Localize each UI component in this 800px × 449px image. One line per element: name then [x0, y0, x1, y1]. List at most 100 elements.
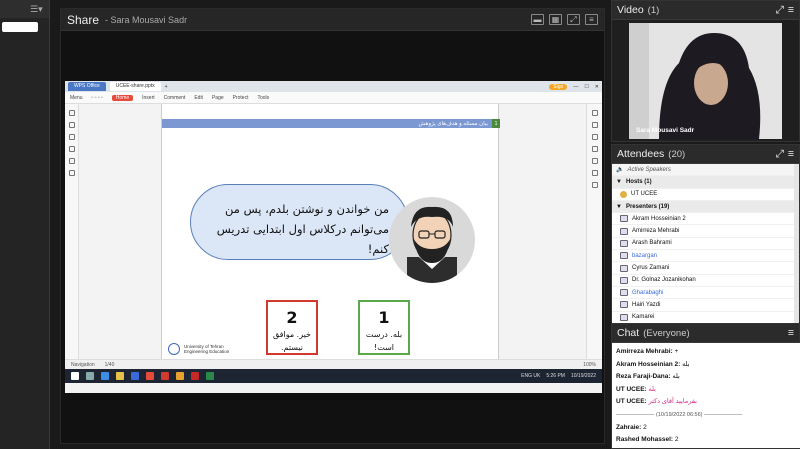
- chat-sender: UT UCEE:: [616, 385, 649, 393]
- presenter-row[interactable]: Arash Bahrami: [612, 238, 796, 251]
- card-no-number: 2: [286, 308, 298, 327]
- clock-time[interactable]: 5:26 PM: [546, 373, 565, 379]
- search-icon[interactable]: [68, 170, 75, 176]
- video-fullscreen-icon[interactable]: ⤢: [775, 4, 783, 17]
- clock-date[interactable]: 10/19/2022: [571, 373, 596, 379]
- page-indicator[interactable]: 1/40: [105, 362, 115, 368]
- toolbar-menu[interactable]: Menu: [70, 95, 83, 101]
- tool-icon-4[interactable]: [591, 146, 598, 152]
- chat-menu-icon[interactable]: ≡: [788, 327, 794, 339]
- toolbar-protect[interactable]: Protect: [233, 95, 249, 101]
- presenter-row[interactable]: Akram Hosseinian 2: [612, 213, 796, 226]
- presenter-row[interactable]: Cyrus Zamani: [612, 262, 796, 275]
- stop-share-icon[interactable]: ▬: [531, 14, 544, 25]
- chat-message: Zahraie: 2: [616, 422, 797, 435]
- chat-scope: (Everyone): [643, 327, 690, 339]
- chat-text: بله: [682, 360, 690, 368]
- attendees-scrollbar[interactable]: [794, 164, 799, 323]
- app-toolbar: Menu ▫ ▫ ▫ ▫ Home Insert Comment Edit Pa…: [65, 92, 602, 104]
- language-indicator[interactable]: ENG UK: [521, 373, 540, 379]
- navigation-label[interactable]: Navigation: [71, 362, 95, 368]
- bookmark-icon[interactable]: [68, 110, 75, 116]
- start-icon[interactable]: [71, 372, 79, 380]
- thumbnail-icon[interactable]: [68, 122, 75, 128]
- host-row[interactable]: UT UCEE: [612, 189, 796, 201]
- hosts-section[interactable]: ▼ Hosts (1): [612, 176, 796, 189]
- toolbar-insert[interactable]: Insert: [142, 95, 155, 101]
- tool-icon-7[interactable]: [591, 182, 598, 188]
- attachment-icon[interactable]: [68, 146, 75, 152]
- tool-icon-3[interactable]: [591, 134, 598, 140]
- tab-wps[interactable]: WPS Office: [68, 82, 106, 91]
- presenter-icon: [620, 289, 628, 297]
- layout-icon[interactable]: ▦: [549, 14, 562, 25]
- chrome-icon[interactable]: [146, 372, 154, 380]
- tool-icon-1[interactable]: [591, 110, 598, 116]
- excel-icon[interactable]: [206, 372, 214, 380]
- chat-header: Chat (Everyone) ≡: [612, 324, 799, 343]
- signature-icon[interactable]: [68, 158, 75, 164]
- tool-icon-2[interactable]: [591, 122, 598, 128]
- chat-sender: Rashed Mohassel:: [616, 436, 675, 444]
- close-icon[interactable]: ✕: [595, 84, 599, 90]
- tool-icon-6[interactable]: [591, 170, 598, 176]
- menu-icon[interactable]: ☰▾: [30, 4, 43, 15]
- fullscreen-icon[interactable]: ⤢: [567, 14, 580, 25]
- presenter-row[interactable]: Dr. Golnaz Jozanikohan: [612, 275, 796, 287]
- mail-icon[interactable]: [131, 372, 139, 380]
- chat-title: Chat: [617, 327, 640, 339]
- maximize-icon[interactable]: ☐: [584, 84, 588, 90]
- cartoon-teacher-illustration: [389, 197, 475, 283]
- pod-menu-icon[interactable]: ≡: [585, 14, 598, 25]
- app-tabbar: WPS Office UCEE-share.pptx + Sign — ☐ ✕: [65, 81, 602, 92]
- video-participant-name: Sara Mousavi Sadr: [636, 127, 695, 134]
- video-menu-icon[interactable]: ≡: [788, 4, 794, 17]
- attendees-count: (20): [668, 148, 686, 160]
- attendees-fullscreen-icon[interactable]: ⤢: [775, 148, 783, 161]
- toolbar-file-icons[interactable]: ▫ ▫ ▫ ▫: [92, 95, 103, 101]
- chat-sender: Akram Hosseinian 2:: [616, 360, 683, 368]
- wps-icon[interactable]: [161, 372, 169, 380]
- share-pod: Share - Sara Mousavi Sadr ▬ ▦ ⤢ ≡ WPS Of…: [60, 8, 605, 444]
- pdf-icon[interactable]: [191, 372, 199, 380]
- zoom-level[interactable]: 100%: [583, 362, 596, 368]
- video-pod: Video (1) ⤢ ≡ Sara Mousavi Sadr: [611, 0, 800, 142]
- comment-icon[interactable]: [68, 134, 75, 140]
- video-title: Video: [617, 4, 644, 16]
- presenter-icon: [620, 313, 628, 321]
- minimize-icon[interactable]: —: [573, 84, 578, 90]
- tool-icon-5[interactable]: [591, 158, 598, 164]
- presenter-row[interactable]: Kamarei: [612, 312, 796, 323]
- presenter-row[interactable]: Gharabaghi: [612, 287, 796, 300]
- collapse-presenters-icon[interactable]: ▼: [616, 204, 622, 210]
- folder-icon[interactable]: [176, 372, 184, 380]
- explorer-icon[interactable]: [116, 372, 124, 380]
- card-yes-line-1: بله. درست: [365, 330, 403, 339]
- share-title: Share: [67, 12, 100, 27]
- card-yes-number: 1: [378, 308, 390, 327]
- toolbar-edit[interactable]: Edit: [194, 95, 203, 101]
- toolbar-home[interactable]: Home: [111, 94, 134, 101]
- presenter-row[interactable]: Hairi Yazdi: [612, 299, 796, 312]
- toolbar-comment[interactable]: Comment: [164, 95, 186, 101]
- presenter-row[interactable]: bazargan: [612, 250, 796, 263]
- account-badge[interactable]: Sign: [549, 83, 568, 90]
- presenter-row[interactable]: Amirreza Mehrabi: [612, 225, 796, 238]
- chat-messages: Amirreza Mehrabi: + Akram Hosseinian 2: ب…: [612, 343, 800, 448]
- presenter-icon: [620, 215, 628, 223]
- new-tab-icon[interactable]: +: [165, 84, 168, 90]
- toolbar-tools[interactable]: Tools: [257, 95, 269, 101]
- search-taskbar-icon[interactable]: [86, 372, 94, 380]
- answer-card-yes: 1 بله. درست است!: [358, 300, 410, 355]
- share-pod-header: Share - Sara Mousavi Sadr ▬ ▦ ⤢ ≡: [61, 9, 604, 31]
- edge-icon[interactable]: [101, 372, 109, 380]
- attendees-menu-icon[interactable]: ≡: [788, 148, 794, 161]
- collapse-hosts-icon[interactable]: ▼: [616, 179, 622, 185]
- toolbar-page[interactable]: Page: [212, 95, 224, 101]
- presenter-name: Kamarei: [632, 314, 655, 321]
- left-strip-input[interactable]: [2, 22, 38, 32]
- presenters-section[interactable]: ▼ Presenters (19): [612, 200, 796, 214]
- chat-text: +: [674, 348, 679, 355]
- shared-screen: WPS Office UCEE-share.pptx + Sign — ☐ ✕ …: [65, 81, 602, 393]
- tab-document[interactable]: UCEE-share.pptx: [109, 82, 161, 91]
